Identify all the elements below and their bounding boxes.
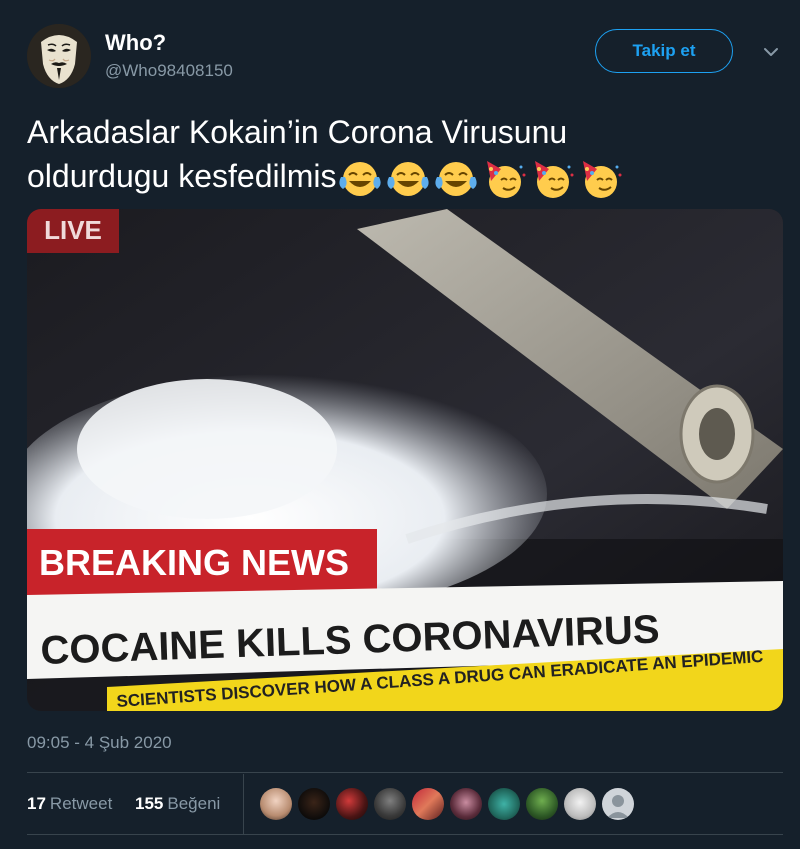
- tears-of-joy-emoji-icon: [434, 161, 477, 196]
- like-stat[interactable]: 155 Beğeni: [135, 794, 220, 814]
- partying-face-emoji-icon: [534, 160, 573, 198]
- partying-face-emoji-icon: [486, 160, 525, 198]
- retweet-label: Retweet: [49, 794, 113, 813]
- tweet-media-image[interactable]: LIVE BREAKING NEWS COCAINE KILLS CORONAV…: [27, 209, 783, 711]
- liker-avatar[interactable]: [450, 788, 482, 820]
- follow-button[interactable]: Takip et: [595, 29, 733, 73]
- liker-avatar[interactable]: [374, 788, 406, 820]
- user-avatar[interactable]: [27, 24, 91, 88]
- liker-avatar[interactable]: [526, 788, 558, 820]
- tweet-text-line1: Arkadaslar Kokain’in Corona Virusunu: [27, 114, 568, 150]
- breaking-news-label: BREAKING NEWS: [39, 542, 349, 583]
- tweet-header: Who? @Who98408150 Takip et: [27, 24, 787, 88]
- like-label: Beğeni: [167, 794, 221, 813]
- display-name[interactable]: Who?: [105, 30, 166, 56]
- live-label: LIVE: [44, 215, 102, 245]
- retweet-count: 17: [27, 794, 46, 813]
- news-screenshot-photo: LIVE BREAKING NEWS COCAINE KILLS CORONAV…: [27, 209, 783, 711]
- partying-face-emoji-icon: [582, 160, 621, 198]
- person-silhouette-icon: [607, 795, 629, 818]
- stats-separator: [243, 774, 244, 834]
- liker-avatar[interactable]: [564, 788, 596, 820]
- tweet-text: Arkadaslar Kokain’in Corona Virusunu old…: [27, 110, 767, 199]
- liker-avatars: [260, 788, 634, 820]
- tweet-text-line2: oldurdugu kesfedilmis: [27, 158, 337, 194]
- user-handle[interactable]: @Who98408150: [105, 61, 233, 81]
- like-count: 155: [135, 794, 164, 813]
- retweet-stat[interactable]: 17 Retweet: [27, 794, 112, 814]
- mask-face-icon: [27, 24, 91, 88]
- default-avatar-icon[interactable]: [602, 788, 634, 820]
- liker-avatar[interactable]: [260, 788, 292, 820]
- emoji-row: [337, 159, 623, 199]
- chevron-down-icon[interactable]: [763, 46, 779, 58]
- engagement-stats: 17 Retweet 155 Beğeni: [27, 774, 783, 834]
- liker-avatar[interactable]: [488, 788, 520, 820]
- tweet-text-line2-wrap: oldurdugu kesfedilmis: [27, 154, 767, 199]
- liker-avatar[interactable]: [298, 788, 330, 820]
- liker-avatar[interactable]: [412, 788, 444, 820]
- tweet-timestamp[interactable]: 09:05 - 4 Şub 2020: [27, 733, 172, 753]
- tears-of-joy-emoji-icon: [338, 161, 381, 196]
- divider-bottom: [27, 834, 783, 835]
- liker-avatar[interactable]: [336, 788, 368, 820]
- tears-of-joy-emoji-icon: [386, 161, 429, 196]
- divider-top: [27, 772, 783, 773]
